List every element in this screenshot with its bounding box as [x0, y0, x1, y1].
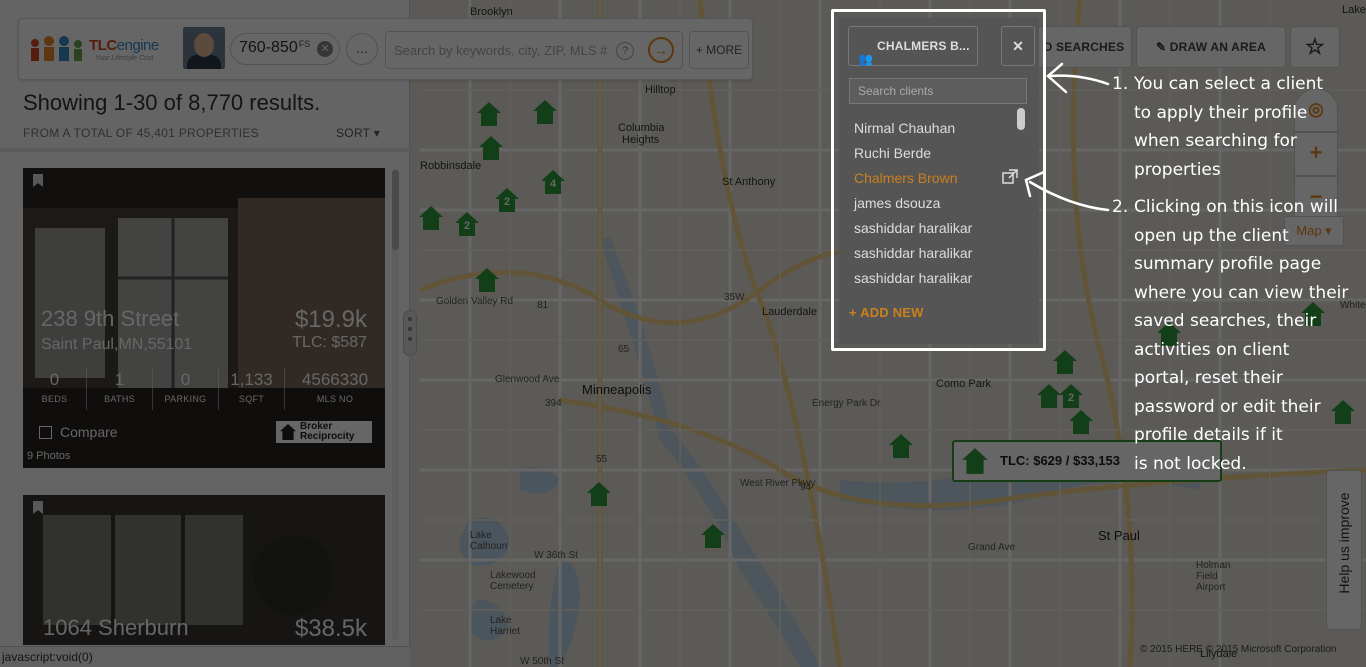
- annotation-1: 1. You can select a client to apply their…: [1112, 70, 1352, 184]
- annotation-line: You can select a client: [1134, 74, 1324, 94]
- annotation-number: 1.: [1112, 74, 1129, 94]
- annotation-line: when searching for: [1134, 131, 1297, 151]
- annotation-line: properties: [1134, 159, 1221, 180]
- annotation-line: summary profile page: [1134, 254, 1322, 274]
- annotation-line: profile details if it: [1134, 425, 1283, 445]
- arrow-1-head: [1046, 62, 1068, 94]
- arrow-1-shaft: [1048, 74, 1110, 86]
- annotation-line: Clicking on this icon will: [1134, 197, 1338, 217]
- arrow-2-shaft: [1028, 180, 1110, 212]
- annotation-line: to apply their profile: [1134, 102, 1308, 123]
- annotation-2: 2. Clicking on this icon will open up the…: [1112, 193, 1352, 478]
- annotation-line: is not locked.: [1134, 453, 1247, 474]
- annotation-line: password or edit their: [1134, 396, 1321, 417]
- annotation-line: saved searches, their: [1134, 311, 1317, 331]
- annotation-line: portal, reset their: [1134, 368, 1283, 388]
- annotation-number: 2.: [1112, 197, 1129, 217]
- annotation-line: open up the client: [1134, 225, 1289, 246]
- annotation-line: activities on client: [1134, 339, 1290, 360]
- annotation-line: where you can view their: [1134, 282, 1349, 303]
